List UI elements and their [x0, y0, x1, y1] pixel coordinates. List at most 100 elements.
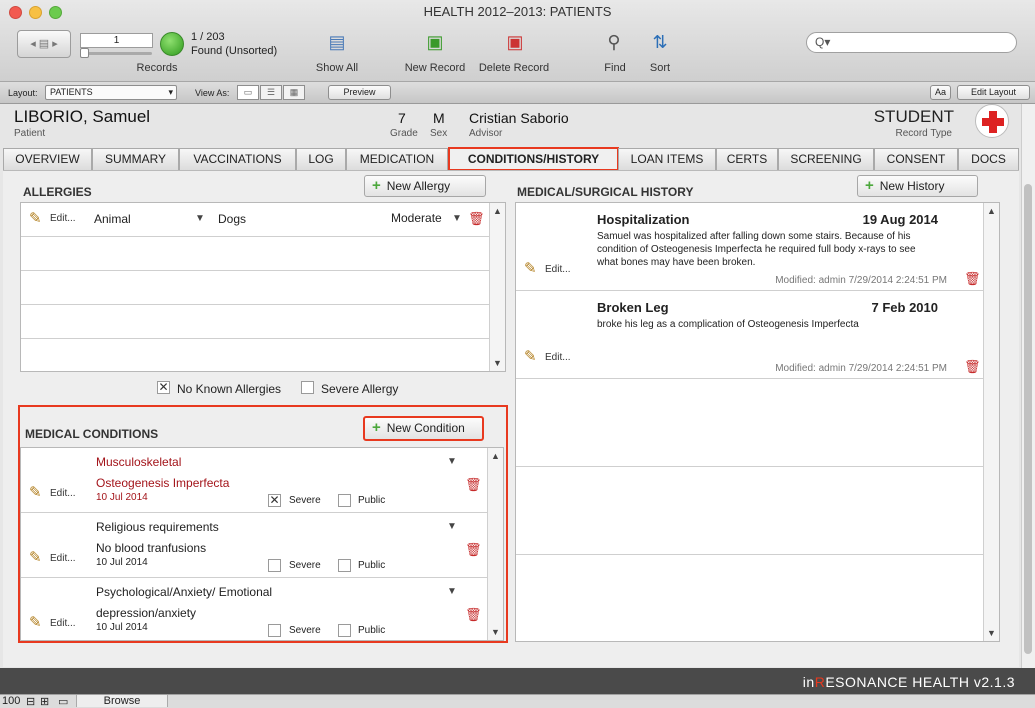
condition-category[interactable]: Musculoskeletal — [96, 455, 181, 469]
condition-name[interactable]: Osteogenesis Imperfecta — [96, 476, 229, 490]
scroll-up-icon[interactable]: ▲ — [493, 206, 502, 216]
zoom-level[interactable]: 100 — [2, 695, 20, 707]
new-record-button[interactable]: New Record — [400, 62, 470, 74]
tab-medication[interactable]: MEDICATION — [346, 148, 448, 170]
history-description[interactable]: broke his leg as a complication of Osteo… — [597, 318, 937, 331]
trash-icon[interactable]: 🗑 — [465, 542, 482, 558]
tab-conditions-history[interactable]: CONDITIONS/HISTORY — [448, 147, 619, 171]
chevron-down-icon[interactable]: ▼ — [447, 456, 457, 467]
edit-layout-button[interactable]: Edit Layout — [957, 85, 1030, 100]
new-history-button[interactable]: + New History — [857, 175, 978, 197]
table-view-button[interactable]: ▦ — [283, 85, 305, 100]
no-known-allergies-checkbox[interactable]: ✕ — [157, 381, 170, 394]
chevron-down-icon[interactable]: ▼ — [447, 586, 457, 597]
edit-link[interactable]: Edit... — [50, 553, 76, 564]
tab-consent[interactable]: CONSENT — [874, 148, 958, 170]
delete-record-icon[interactable]: ▣ — [502, 32, 528, 56]
brand-version: inRESONANCE HEALTH v2.1.3 — [803, 674, 1015, 690]
find-button[interactable]: Find — [596, 62, 634, 74]
tab-screening[interactable]: SCREENING — [778, 148, 874, 170]
scroll-up-icon[interactable]: ▲ — [987, 206, 996, 216]
history-title[interactable]: Broken Leg — [597, 300, 669, 315]
record-navigation-book[interactable]: ◂ ▤ ▸ — [17, 30, 71, 58]
scroll-down-icon[interactable]: ▼ — [987, 628, 996, 638]
chevron-down-icon[interactable]: ▼ — [195, 213, 205, 224]
preview-button[interactable]: Preview — [328, 85, 391, 100]
scroll-up-icon[interactable]: ▲ — [491, 451, 500, 461]
zoom-out-icon[interactable]: ⊟ — [26, 695, 35, 708]
scroll-down-icon[interactable]: ▼ — [493, 358, 502, 368]
form-view-button[interactable]: ▭ — [237, 85, 259, 100]
public-checkbox[interactable] — [338, 559, 351, 572]
new-condition-button[interactable]: + New Condition — [363, 416, 484, 441]
show-all-button[interactable]: Show All — [308, 62, 366, 74]
trash-icon[interactable]: 🗑 — [964, 271, 981, 287]
trash-icon[interactable]: 🗑 — [465, 477, 482, 493]
history-date: 19 Aug 2014 — [862, 212, 938, 227]
delete-record-button[interactable]: Delete Record — [474, 62, 554, 74]
pencil-icon[interactable]: ✎ — [524, 347, 537, 365]
public-checkbox[interactable] — [338, 494, 351, 507]
edit-link[interactable]: Edit... — [545, 352, 571, 363]
list-view-button[interactable]: ☰ — [260, 85, 282, 100]
record-type-label: Record Type — [895, 128, 952, 139]
show-all-icon[interactable]: ▤ — [324, 32, 350, 56]
chevron-down-icon[interactable]: ▼ — [452, 213, 462, 224]
trash-icon[interactable]: 🗑 — [964, 359, 981, 375]
history-title[interactable]: Hospitalization — [597, 212, 689, 227]
conditions-scrollbar[interactable]: ▲ ▼ — [487, 448, 503, 640]
pencil-icon[interactable]: ✎ — [29, 613, 42, 631]
condition-name[interactable]: depression/anxiety — [96, 606, 196, 620]
public-checkbox[interactable] — [338, 624, 351, 637]
severe-checkbox[interactable] — [268, 624, 281, 637]
condition-category[interactable]: Psychological/Anxiety/ Emotional — [96, 585, 272, 599]
trash-icon[interactable]: 🗑 — [465, 607, 482, 623]
chevron-down-icon[interactable]: ▼ — [447, 521, 457, 532]
allergy-type[interactable]: Animal — [94, 212, 131, 226]
status-toolbar-icon[interactable]: ▭ — [58, 695, 68, 708]
plus-icon: + — [372, 177, 381, 194]
find-icon[interactable]: ⚲ — [601, 32, 627, 56]
current-record-field[interactable]: 1 — [80, 33, 153, 48]
sort-icon[interactable]: ⇅ — [647, 32, 673, 56]
severe-allergy-checkbox[interactable] — [301, 381, 314, 394]
allergies-scrollbar[interactable]: ▲ ▼ — [489, 203, 505, 371]
trash-icon[interactable]: 🗑 — [468, 211, 485, 227]
sort-button[interactable]: Sort — [642, 62, 678, 74]
edit-link[interactable]: Edit... — [50, 618, 76, 629]
edit-link[interactable]: Edit... — [50, 213, 76, 224]
search-input[interactable]: Q▾ — [806, 32, 1017, 53]
scroll-down-icon[interactable]: ▼ — [491, 627, 500, 637]
history-scrollbar[interactable]: ▲ ▼ — [983, 203, 999, 641]
tab-summary[interactable]: SUMMARY — [92, 148, 179, 170]
text-format-button[interactable]: Aa — [930, 85, 951, 100]
tab-log[interactable]: LOG — [296, 148, 346, 170]
tab-loan-items[interactable]: LOAN ITEMS — [618, 148, 716, 170]
new-allergy-button[interactable]: + New Allergy — [364, 175, 486, 197]
tab-certs[interactable]: CERTS — [716, 148, 778, 170]
allergen-name[interactable]: Dogs — [218, 212, 246, 226]
allergy-severity[interactable]: Moderate — [391, 211, 442, 225]
tab-overview[interactable]: OVERVIEW — [3, 148, 92, 170]
condition-category[interactable]: Religious requirements — [96, 520, 219, 534]
grade-value: 7 — [398, 110, 406, 126]
pencil-icon[interactable]: ✎ — [29, 548, 42, 566]
severe-checkbox[interactable] — [268, 559, 281, 572]
mode-indicator[interactable]: Browse — [76, 695, 168, 707]
tab-vaccinations[interactable]: VACCINATIONS — [179, 148, 296, 170]
record-slider[interactable] — [82, 52, 152, 55]
severe-checkbox[interactable]: ✕ — [268, 494, 281, 507]
edit-link[interactable]: Edit... — [50, 488, 76, 499]
tab-docs[interactable]: DOCS — [958, 148, 1019, 170]
new-record-icon[interactable]: ▣ — [422, 32, 448, 56]
record-slider-knob[interactable] — [80, 48, 89, 58]
edit-link[interactable]: Edit... — [545, 264, 571, 275]
condition-name[interactable]: No blood tranfusions — [96, 541, 206, 555]
layout-select[interactable]: PATIENTS ▾ — [45, 85, 177, 100]
pencil-icon[interactable]: ✎ — [29, 209, 42, 227]
pencil-icon[interactable]: ✎ — [524, 259, 537, 277]
pencil-icon[interactable]: ✎ — [29, 483, 42, 501]
zoom-in-icon[interactable]: ⊞ — [40, 695, 49, 708]
history-description[interactable]: Samuel was hospitalized after falling do… — [597, 230, 937, 269]
window-scroll-thumb[interactable] — [1024, 184, 1032, 654]
